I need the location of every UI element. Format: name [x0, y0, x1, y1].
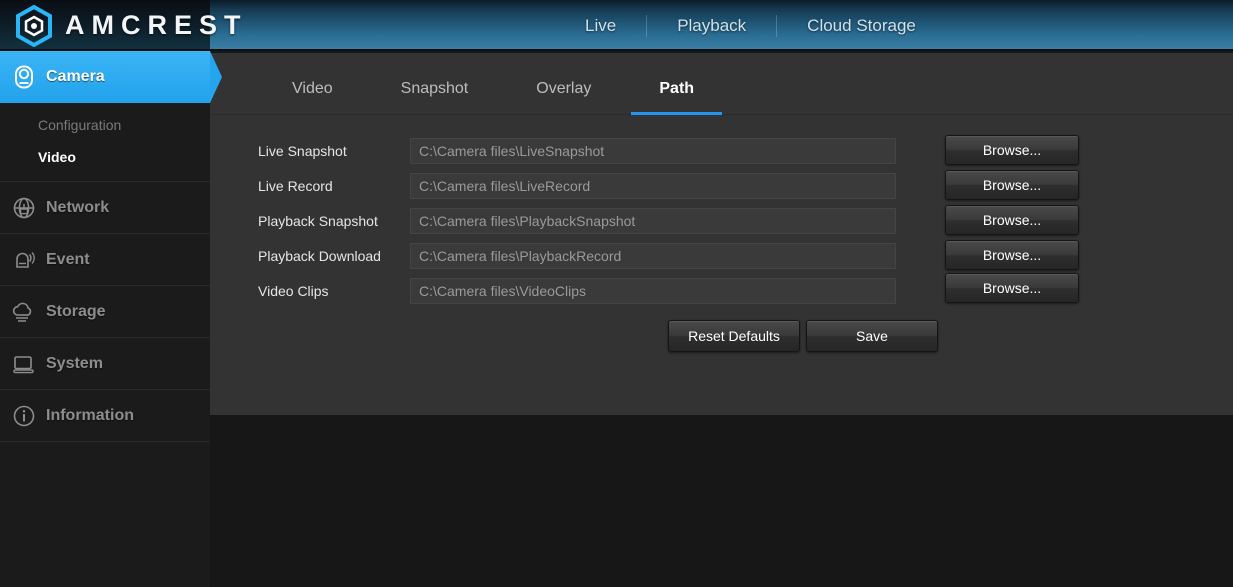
field-label: Live Record	[258, 177, 333, 194]
event-bell-icon	[8, 246, 40, 274]
field-label: Playback Snapshot	[258, 212, 378, 229]
sidebar-item-label: Information	[46, 406, 134, 424]
tab-path[interactable]: Path	[625, 80, 728, 115]
system-monitor-icon	[8, 350, 40, 378]
information-circle-icon	[8, 402, 40, 430]
field-label: Playback Download	[258, 247, 381, 264]
tab-snapshot[interactable]: Snapshot	[367, 80, 503, 114]
form-row-playback-download: Playback Download Browse...	[210, 238, 1233, 273]
storage-cloud-icon	[8, 298, 40, 326]
nav-item-cloud-storage[interactable]: Cloud Storage	[777, 0, 946, 49]
tab-bar: Video Snapshot Overlay Path	[210, 53, 1233, 115]
sidebar-item-event[interactable]: Event	[0, 234, 210, 286]
network-globe-icon	[8, 194, 40, 222]
save-button[interactable]: Save	[806, 320, 938, 352]
sidebar-item-label: Network	[46, 198, 110, 216]
nav-item-live[interactable]: Live	[555, 0, 646, 49]
sidebar-item-label: System	[46, 354, 103, 372]
form-row-video-clips: Video Clips Browse...	[210, 273, 1233, 308]
sidebar-item-label: Storage	[46, 302, 106, 320]
live-record-path-input[interactable]	[410, 172, 896, 199]
camera-subitems: Configuration Video	[0, 103, 210, 182]
path-settings-form: Live Snapshot Browse... Live Record Brow…	[210, 115, 1233, 352]
sidebar-item-information[interactable]: Information	[0, 390, 210, 442]
sidebar-subitem-video[interactable]: Video	[0, 141, 210, 173]
sidebar-item-label: Event	[46, 250, 90, 268]
tab-video[interactable]: Video	[258, 80, 367, 114]
tab-overlay[interactable]: Overlay	[502, 80, 625, 114]
sidebar-item-camera[interactable]: Camera	[0, 51, 222, 103]
browse-button-playback-snapshot[interactable]: Browse...	[945, 205, 1079, 235]
brand-logo[interactable]: AMCREST	[14, 4, 248, 47]
playback-snapshot-path-input[interactable]	[410, 207, 896, 234]
sidebar-item-label: Camera	[46, 68, 105, 85]
browse-button-video-clips[interactable]: Browse...	[945, 273, 1079, 303]
amcrest-hexagon-logo-icon	[14, 4, 54, 47]
sidebar-subitem-label: Video	[38, 149, 76, 165]
brand-name: AMCREST	[65, 10, 248, 40]
field-label: Video Clips	[258, 282, 329, 299]
reset-defaults-button[interactable]: Reset Defaults	[668, 320, 800, 352]
sidebar-item-system[interactable]: System	[0, 338, 210, 390]
sidebar-subitem-label: Configuration	[38, 117, 122, 133]
sidebar-item-storage[interactable]: Storage	[0, 286, 210, 338]
sidebar: Camera Configuration Video Network Event…	[0, 51, 222, 587]
app-header: AMCREST Live Playback Cloud Storage	[0, 0, 1233, 51]
form-actions: Reset Defaults Save	[210, 308, 1233, 352]
nav-item-playback[interactable]: Playback	[647, 0, 776, 49]
sidebar-subitem-configuration[interactable]: Configuration	[0, 109, 210, 141]
form-row-playback-snapshot: Playback Snapshot Browse...	[210, 203, 1233, 238]
content-panel: Video Snapshot Overlay Path Live Snapsho…	[210, 53, 1233, 415]
playback-download-path-input[interactable]	[410, 242, 896, 269]
field-label: Live Snapshot	[258, 142, 347, 159]
browse-button-live-record[interactable]: Browse...	[945, 170, 1079, 200]
top-navigation: Live Playback Cloud Storage	[555, 0, 946, 49]
form-row-live-record: Live Record Browse...	[210, 168, 1233, 203]
form-row-live-snapshot: Live Snapshot Browse...	[210, 133, 1233, 168]
browse-button-playback-download[interactable]: Browse...	[945, 240, 1079, 270]
video-clips-path-input[interactable]	[410, 277, 896, 304]
live-snapshot-path-input[interactable]	[410, 137, 896, 164]
browse-button-live-snapshot[interactable]: Browse...	[945, 135, 1079, 165]
sidebar-item-network[interactable]: Network	[0, 182, 210, 234]
camera-icon	[8, 63, 40, 91]
